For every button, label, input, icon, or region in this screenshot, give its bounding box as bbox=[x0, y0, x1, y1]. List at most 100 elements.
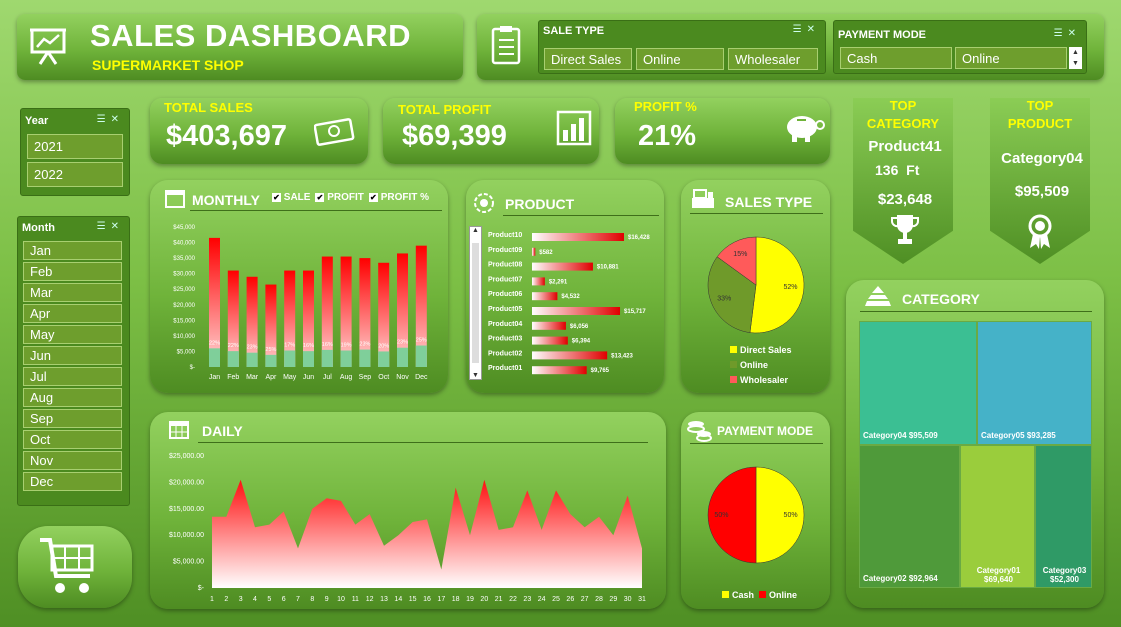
product-bar bbox=[532, 233, 624, 241]
month-sep[interactable]: Sep bbox=[23, 409, 122, 428]
legend-item: Online bbox=[759, 588, 797, 603]
product-bar bbox=[532, 307, 621, 315]
month-may[interactable]: May bbox=[23, 325, 122, 344]
product-bar bbox=[532, 336, 568, 345]
treemap-cell[interactable]: Category01 $69,640 bbox=[960, 445, 1035, 588]
treemap-cell[interactable]: Category04 $95,509 bbox=[859, 321, 977, 445]
profit-pct-label: 16% bbox=[322, 342, 333, 348]
product-value-label: $4,532 bbox=[561, 294, 580, 300]
y-tick-label: $15,000.00 bbox=[169, 506, 204, 513]
product-label: Product10 bbox=[488, 232, 522, 239]
category-rule bbox=[860, 311, 1092, 312]
x-tick-label: 22 bbox=[509, 596, 517, 603]
clear-filter-icon[interactable]: ☰✕ bbox=[793, 24, 820, 35]
product-label: Product03 bbox=[488, 336, 522, 343]
legend-text: Online bbox=[769, 590, 798, 600]
product-chart: Product10 $16,428 Product09 $582 Product08 $1… bbox=[488, 232, 650, 375]
clipboard-icon bbox=[490, 24, 522, 71]
y-tick-label: $- bbox=[190, 365, 195, 371]
sale-type-wholesaler[interactable]: Wholesaler bbox=[728, 48, 818, 70]
product-label: Product09 bbox=[488, 247, 522, 254]
clear-filter-icon[interactable]: ☰✕ bbox=[1054, 28, 1081, 39]
x-tick-label: 4 bbox=[253, 596, 257, 603]
product-value-label: $6,056 bbox=[570, 324, 589, 330]
y-tick-label: $20,000.00 bbox=[169, 479, 204, 486]
profit-pct-label: 25% bbox=[265, 347, 276, 353]
product-label: Product02 bbox=[488, 350, 522, 357]
award-ribbon-icon bbox=[1027, 214, 1053, 255]
sale-type-online[interactable]: Online bbox=[636, 48, 724, 70]
legend-text: Online bbox=[740, 360, 769, 370]
pie-label: 50% bbox=[784, 512, 798, 519]
month-dec[interactable]: Dec bbox=[23, 472, 122, 491]
profit-bar bbox=[415, 345, 427, 367]
legend-sale[interactable]: ✔ SALE bbox=[272, 192, 310, 203]
x-tick-label: 19 bbox=[466, 596, 474, 603]
x-tick-label: Jan bbox=[209, 374, 220, 381]
profit-pct-label: 19% bbox=[341, 343, 352, 349]
profit-pct-label: 23% bbox=[397, 340, 408, 346]
treemap-label: Category01 $69,640 bbox=[964, 566, 1033, 584]
year-2021[interactable]: 2021 bbox=[27, 134, 123, 159]
treemap-cell[interactable]: Category03 $52,300 bbox=[1035, 445, 1092, 588]
payment-cash[interactable]: Cash bbox=[840, 47, 952, 69]
month-oct[interactable]: Oct bbox=[23, 430, 122, 449]
pie-label: 33% bbox=[717, 296, 731, 303]
clear-filter-icon[interactable]: ☰✕ bbox=[97, 221, 124, 232]
top-product-label2: PRODUCT bbox=[1007, 116, 1073, 131]
treemap-cell[interactable]: Category05 $93,285 bbox=[977, 321, 1092, 445]
month-title: Month bbox=[22, 222, 55, 234]
monthly-title: MONTHLY bbox=[192, 192, 260, 208]
clear-filter-icon[interactable]: ☰✕ bbox=[97, 114, 124, 125]
payment-online[interactable]: Online bbox=[955, 47, 1067, 69]
x-tick-label: Apr bbox=[265, 374, 277, 381]
product-value-label: $582 bbox=[539, 250, 553, 256]
x-tick-label: 5 bbox=[267, 596, 271, 603]
profit-bar bbox=[246, 352, 258, 367]
profit-pct-label: 17% bbox=[284, 343, 295, 349]
scroll-arrows[interactable]: ▲ ▼ bbox=[1069, 47, 1082, 69]
month-mar[interactable]: Mar bbox=[23, 283, 122, 302]
y-tick-label: $30,000 bbox=[173, 272, 195, 278]
treemap-cell[interactable]: Category02 $92,964 bbox=[859, 445, 960, 588]
x-tick-label: 1 bbox=[210, 596, 214, 603]
month-nov[interactable]: Nov bbox=[23, 451, 122, 470]
monthly-rule bbox=[190, 210, 442, 211]
sales-type-rule bbox=[690, 213, 823, 214]
legend-profit[interactable]: ✔ PROFIT bbox=[315, 192, 364, 203]
x-tick-label: 6 bbox=[282, 596, 286, 603]
month-apr[interactable]: Apr bbox=[23, 304, 122, 323]
month-aug[interactable]: Aug bbox=[23, 388, 122, 407]
month-jul[interactable]: Jul bbox=[23, 367, 122, 386]
sale-type-direct-sales[interactable]: Direct Sales bbox=[544, 48, 632, 70]
legend-item: Online bbox=[730, 358, 792, 373]
x-tick-label: 28 bbox=[595, 596, 603, 603]
product-value-label: $2,291 bbox=[549, 279, 568, 285]
y-tick-label: $10,000 bbox=[173, 334, 195, 340]
sale-bar bbox=[340, 256, 352, 367]
x-tick-label: Aug bbox=[340, 374, 353, 381]
legend-profit-pct[interactable]: ✔ PROFIT % bbox=[368, 192, 429, 203]
y-tick-label: $35,000 bbox=[173, 256, 195, 262]
profit-bar bbox=[227, 351, 239, 367]
product-scrollbar[interactable]: ▲ ▼ bbox=[469, 226, 482, 380]
total-profit-label: TOTAL PROFIT bbox=[398, 102, 492, 117]
month-feb[interactable]: Feb bbox=[23, 262, 122, 281]
total-sales-value: $403,697 bbox=[166, 120, 287, 152]
month-jun[interactable]: Jun bbox=[23, 346, 122, 365]
product-bar bbox=[532, 366, 587, 375]
payment-title: PAYMENT MODE bbox=[717, 424, 814, 438]
x-tick-label: Mar bbox=[246, 374, 259, 381]
product-bar bbox=[532, 292, 558, 301]
qty-unit: Ft bbox=[906, 162, 920, 178]
calendar-icon bbox=[164, 187, 186, 214]
x-tick-label: 7 bbox=[296, 596, 300, 603]
x-tick-label: 14 bbox=[394, 596, 402, 603]
product-label: Product05 bbox=[488, 306, 522, 313]
payment-rule bbox=[690, 443, 823, 444]
year-2022[interactable]: 2022 bbox=[27, 162, 123, 187]
month-jan[interactable]: Jan bbox=[23, 241, 122, 260]
calendar-grid-icon bbox=[168, 418, 190, 445]
y-tick-label: $25,000 bbox=[173, 287, 195, 293]
x-tick-label: 17 bbox=[437, 596, 445, 603]
